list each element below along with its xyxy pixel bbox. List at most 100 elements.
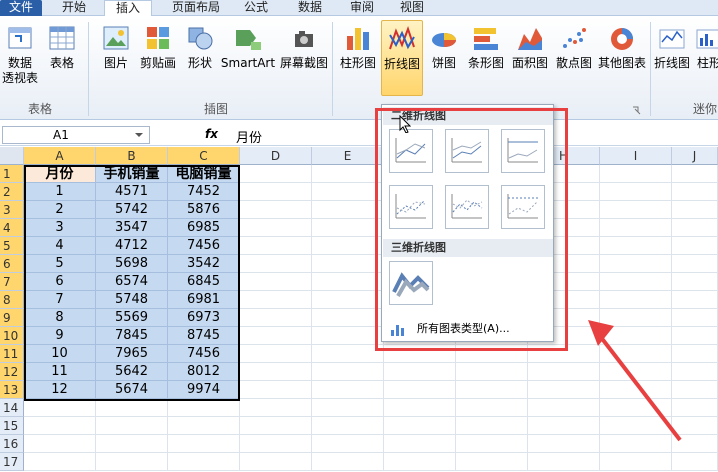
data-cell[interactable]: 2 [24,201,96,219]
data-cell[interactable]: 5569 [96,309,168,327]
data-cell[interactable]: 7 [24,291,96,309]
empty-cell[interactable] [312,183,384,201]
empty-cell[interactable] [240,237,312,255]
column-header-c[interactable]: C [168,147,240,165]
empty-cell[interactable] [600,273,672,291]
empty-cell[interactable] [384,435,456,453]
data-cell[interactable]: 7456 [168,237,240,255]
row-header[interactable]: 5 [0,237,24,255]
empty-cell[interactable] [240,381,312,399]
tab-data[interactable]: 数据 [288,0,332,16]
empty-cell[interactable] [312,417,384,435]
empty-cell[interactable] [672,255,718,273]
empty-cell[interactable] [312,201,384,219]
tab-formulas[interactable]: 公式 [234,0,278,16]
empty-cell[interactable] [456,381,528,399]
data-cell[interactable]: 7456 [168,345,240,363]
data-cell[interactable]: 4571 [96,183,168,201]
row-header[interactable]: 2 [0,183,24,201]
row-header[interactable]: 15 [0,417,24,435]
tab-insert[interactable]: 插入 [104,0,152,17]
empty-cell[interactable] [240,273,312,291]
clipart-button[interactable]: 剪贴画 [136,20,180,96]
screenshot-button[interactable]: 屏幕截图 [278,20,330,96]
area-chart-button[interactable]: 面积图 [508,20,552,96]
column-header-d[interactable]: D [240,147,312,165]
empty-cell[interactable] [24,435,96,453]
empty-cell[interactable] [240,165,312,183]
empty-cell[interactable] [672,453,718,471]
table-button[interactable]: 表格 [42,20,82,96]
empty-cell[interactable] [240,219,312,237]
row-header[interactable]: 13 [0,381,24,399]
empty-cell[interactable] [96,435,168,453]
row-header[interactable]: 3 [0,201,24,219]
data-cell[interactable]: 11 [24,363,96,381]
empty-cell[interactable] [312,309,384,327]
empty-cell[interactable] [600,453,672,471]
empty-cell[interactable] [456,453,528,471]
tab-page-layout[interactable]: 页面布局 [160,0,232,16]
empty-cell[interactable] [384,381,456,399]
empty-cell[interactable] [240,183,312,201]
row-header[interactable]: 12 [0,363,24,381]
formula-input[interactable]: 月份 [236,127,262,146]
picture-button[interactable]: 图片 [96,20,136,96]
scatter-chart-button[interactable]: 散点图 [552,20,596,96]
data-cell[interactable]: 3542 [168,255,240,273]
chevron-down-icon[interactable] [134,132,144,138]
row-header[interactable]: 14 [0,399,24,417]
column-header-a[interactable]: A [24,147,96,165]
empty-cell[interactable] [96,417,168,435]
pie-chart-button[interactable]: 饼图 [426,20,462,96]
smartart-button[interactable]: SmartArt [220,20,276,96]
data-cell[interactable]: 8745 [168,327,240,345]
empty-cell[interactable] [600,237,672,255]
empty-cell[interactable] [600,201,672,219]
data-cell[interactable]: 3 [24,219,96,237]
fx-button[interactable]: fx [205,127,218,141]
data-cell[interactable]: 6 [24,273,96,291]
row-header[interactable]: 7 [0,273,24,291]
empty-cell[interactable] [672,183,718,201]
empty-cell[interactable] [456,435,528,453]
row-header[interactable]: 17 [0,453,24,471]
tab-file[interactable]: 文件 [0,0,42,16]
data-cell[interactable]: 6845 [168,273,240,291]
empty-cell[interactable] [456,417,528,435]
data-cell[interactable]: 8012 [168,363,240,381]
empty-cell[interactable] [456,363,528,381]
data-cell[interactable]: 9974 [168,381,240,399]
data-cell[interactable]: 4712 [96,237,168,255]
empty-cell[interactable] [384,399,456,417]
empty-cell[interactable] [312,165,384,183]
empty-cell[interactable] [240,363,312,381]
empty-cell[interactable] [312,291,384,309]
row-header[interactable]: 11 [0,345,24,363]
data-cell[interactable]: 7965 [96,345,168,363]
row-header[interactable]: 10 [0,327,24,345]
data-cell[interactable]: 7845 [96,327,168,345]
empty-cell[interactable] [528,453,600,471]
sparkline-line-button[interactable]: 折线图 [652,20,692,96]
data-cell[interactable]: 8 [24,309,96,327]
column-header-j[interactable]: J [672,147,718,165]
empty-cell[interactable] [240,399,312,417]
empty-cell[interactable] [168,399,240,417]
empty-cell[interactable] [240,417,312,435]
data-cell[interactable]: 6981 [168,291,240,309]
empty-cell[interactable] [456,399,528,417]
empty-cell[interactable] [168,435,240,453]
empty-cell[interactable] [600,183,672,201]
empty-cell[interactable] [312,219,384,237]
data-cell[interactable]: 9 [24,327,96,345]
row-header[interactable]: 8 [0,291,24,309]
empty-cell[interactable] [312,363,384,381]
data-cell[interactable]: 5876 [168,201,240,219]
data-cell[interactable]: 6574 [96,273,168,291]
empty-cell[interactable] [312,237,384,255]
data-cell[interactable]: 1 [24,183,96,201]
tab-review[interactable]: 审阅 [342,0,382,16]
empty-cell[interactable] [672,201,718,219]
empty-cell[interactable] [312,273,384,291]
